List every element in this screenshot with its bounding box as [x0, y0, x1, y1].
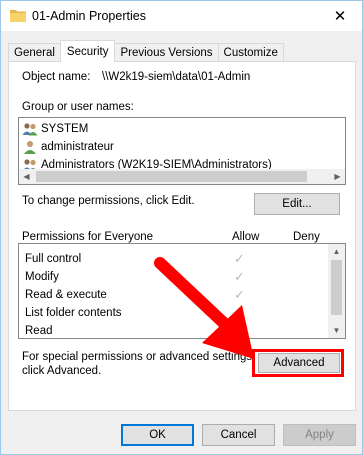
scroll-thumb[interactable]: [331, 260, 342, 315]
users-group-icon: [22, 123, 38, 136]
object-name-value: \\W2k19-siem\data\01-Admin: [102, 71, 251, 83]
user-icon: [24, 141, 36, 154]
allow-column-header: Allow: [232, 231, 260, 243]
list-item[interactable]: SYSTEM: [22, 121, 88, 137]
list-item[interactable]: administrateur: [22, 139, 114, 155]
tab-label: Security: [66, 45, 109, 58]
change-permissions-text: To change permissions, click Edit.: [22, 195, 195, 207]
group-user-listbox[interactable]: SYSTEM administrateur Administrators (W2…: [18, 117, 346, 185]
tab-previous-versions[interactable]: Previous Versions: [114, 43, 219, 62]
cancel-button-label: Cancel: [220, 429, 257, 441]
tab-customize[interactable]: Customize: [217, 43, 284, 62]
tab-label: General: [14, 47, 55, 59]
list-item-label: SYSTEM: [41, 123, 89, 135]
ok-button-label: OK: [149, 429, 166, 441]
tab-strip: General Security Previous Versions Custo…: [8, 40, 284, 62]
title-bar: 01-Admin Properties ✕: [0, 0, 363, 31]
object-name-label: Object name:: [22, 71, 91, 83]
window-body: General Security Previous Versions Custo…: [0, 31, 363, 455]
vertical-scrollbar[interactable]: ▲ ▼: [328, 244, 345, 338]
permissions-header: Permissions for Everyone: [22, 231, 154, 243]
apply-button[interactable]: Apply: [283, 424, 356, 446]
tab-general[interactable]: General: [8, 43, 61, 62]
scroll-down-icon[interactable]: ▼: [328, 323, 345, 338]
ok-button[interactable]: OK: [121, 424, 194, 446]
scroll-up-icon[interactable]: ▲: [328, 244, 345, 259]
red-arrow-icon: [154, 257, 254, 359]
scroll-left-icon[interactable]: ◀: [19, 169, 34, 184]
tab-security[interactable]: Security: [59, 40, 116, 62]
group-user-names-label: Group or user names:: [22, 101, 134, 113]
close-button[interactable]: ✕: [318, 1, 362, 31]
list-item-label: administrateur: [41, 141, 114, 153]
tab-label: Previous Versions: [120, 47, 213, 59]
cancel-button[interactable]: Cancel: [202, 424, 275, 446]
horizontal-scrollbar[interactable]: ◀ ▶: [19, 169, 345, 184]
folder-icon: [10, 10, 26, 22]
window-title: 01-Admin Properties: [32, 9, 146, 23]
deny-column-header: Deny: [293, 231, 320, 243]
edit-button-label: Edit...: [282, 198, 312, 210]
scroll-right-icon[interactable]: ▶: [330, 169, 345, 184]
advanced-text-line2: click Advanced.: [22, 365, 102, 377]
apply-button-label: Apply: [305, 429, 334, 441]
edit-button[interactable]: Edit...: [254, 193, 340, 215]
close-icon: ✕: [333, 8, 347, 25]
tab-label: Customize: [223, 47, 278, 59]
scroll-thumb[interactable]: [36, 171, 307, 182]
